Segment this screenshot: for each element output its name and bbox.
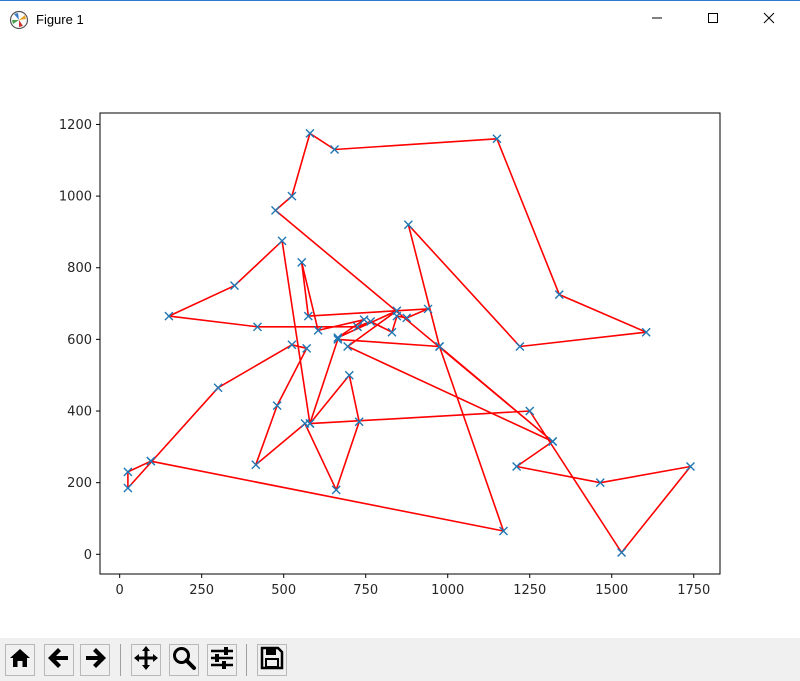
move-icon [133,645,159,676]
x-tick-label: 1250 [513,583,546,598]
zoom-button[interactable] [169,644,199,676]
x-tick-label: 0 [116,583,124,598]
x-tick-label: 250 [189,583,214,598]
magnifier-icon [171,645,197,676]
configure-subplots-button[interactable] [207,644,237,676]
window-title: Figure 1 [36,12,84,27]
y-tick-label: 400 [67,405,92,420]
y-tick-label: 600 [67,333,92,348]
forward-button[interactable] [80,644,110,676]
pan-button[interactable] [131,644,161,676]
arrow-left-icon [47,646,71,675]
home-icon [8,646,32,675]
minimize-icon [651,11,663,29]
toolbar-separator [120,644,121,676]
y-tick-label: 800 [67,261,92,276]
floppy-disk-icon [260,646,284,675]
close-button[interactable] [746,1,792,38]
maximize-button[interactable] [690,1,736,38]
y-tick-label: 200 [67,476,92,491]
home-button[interactable] [5,644,35,676]
y-tick-label: 0 [84,548,92,563]
maximize-icon [707,11,719,29]
chart: 0 250 500 750 1000 1250 1500 1750 0 200 400 600 800 1… [59,112,721,598]
x-tick-label: 1000 [431,583,464,598]
save-button[interactable] [257,644,287,676]
y-tick-label: 1200 [59,118,92,133]
title-bar: Figure 1 [0,0,800,38]
navigation-toolbar [0,638,800,681]
x-tick-label: 1500 [595,583,628,598]
matplotlib-icon [9,10,29,30]
arrow-right-icon [83,646,107,675]
sliders-icon [209,645,235,676]
minimize-button[interactable] [634,1,680,38]
figure-canvas[interactable]: 0 250 500 750 1000 1250 1500 1750 0 200 400 600 800 1… [0,38,800,638]
axes-background [100,113,720,574]
close-icon [763,11,775,29]
toolbar-separator [246,644,247,676]
x-tick-label: 1750 [677,583,710,598]
back-button[interactable] [44,644,74,676]
x-tick-label: 500 [271,583,296,598]
y-tick-label: 1000 [59,190,92,205]
x-tick-label: 750 [353,583,378,598]
